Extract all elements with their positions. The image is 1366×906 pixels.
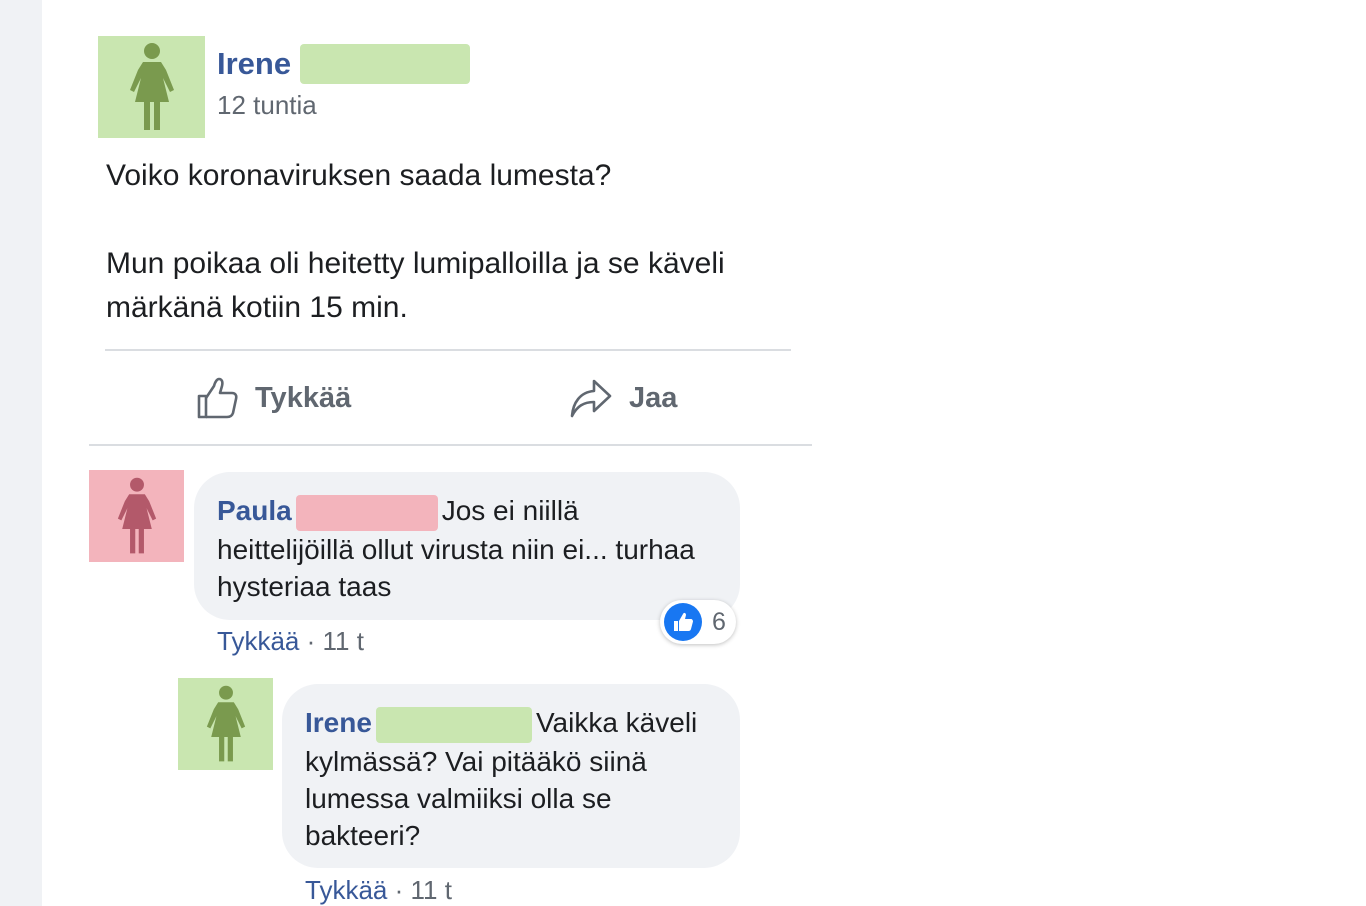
like-button-label: Tykkää <box>255 381 352 414</box>
like-button[interactable]: Tykkää <box>195 376 351 420</box>
reply-timestamp[interactable]: 11 t <box>410 875 451 905</box>
comment-bubble: Paula Jos ei niillä heittelijöillä ollut … <box>194 472 740 620</box>
post-text-story: Mun poikaa oli heitetty lumipalloilla ja… <box>106 247 725 324</box>
female-person-icon <box>129 43 174 130</box>
post-author-name[interactable]: Irene <box>217 48 291 79</box>
meta-separator: · <box>387 875 411 905</box>
reply-meta: Tykkää · 11 t <box>305 877 452 903</box>
comment-author-avatar[interactable] <box>89 470 184 562</box>
thumbs-up-icon <box>197 377 238 419</box>
reply-like-link[interactable]: Tykkää <box>305 875 387 905</box>
redacted-surname <box>300 44 470 84</box>
post-timestamp[interactable]: 12 tuntia <box>217 92 317 118</box>
meta-separator: · <box>299 626 323 656</box>
female-person-icon <box>117 477 156 554</box>
comment-author-name[interactable]: Paula <box>217 495 292 526</box>
redacted-surname <box>295 494 438 531</box>
reaction-count: 6 <box>712 607 726 636</box>
comment-like-link[interactable]: Tykkää <box>217 626 299 656</box>
comment-timestamp[interactable]: 11 t <box>322 626 363 656</box>
reply-bubble: Irene Vaikka käveli kylmässä? Vai pitääkö… <box>282 684 740 868</box>
comments-divider <box>89 444 812 446</box>
share-arrow-icon <box>570 379 612 418</box>
female-person-icon <box>206 685 245 762</box>
like-reaction-icon <box>664 603 702 641</box>
share-button[interactable]: Jaa <box>569 376 677 420</box>
post-body: Voiko koronaviruksen saada lumesta? Mun … <box>106 154 786 330</box>
share-button-label: Jaa <box>629 381 678 414</box>
redacted-surname <box>375 706 532 743</box>
reply-author-name[interactable]: Irene <box>305 707 372 738</box>
post-author-avatar[interactable] <box>98 36 205 138</box>
reply-author-avatar[interactable] <box>178 678 273 770</box>
reaction-count-badge[interactable]: 6 <box>660 600 736 644</box>
post-divider <box>105 349 791 351</box>
post-text-question: Voiko koronaviruksen saada lumesta? <box>106 159 612 192</box>
comment-meta: Tykkää · 11 t <box>217 628 364 654</box>
